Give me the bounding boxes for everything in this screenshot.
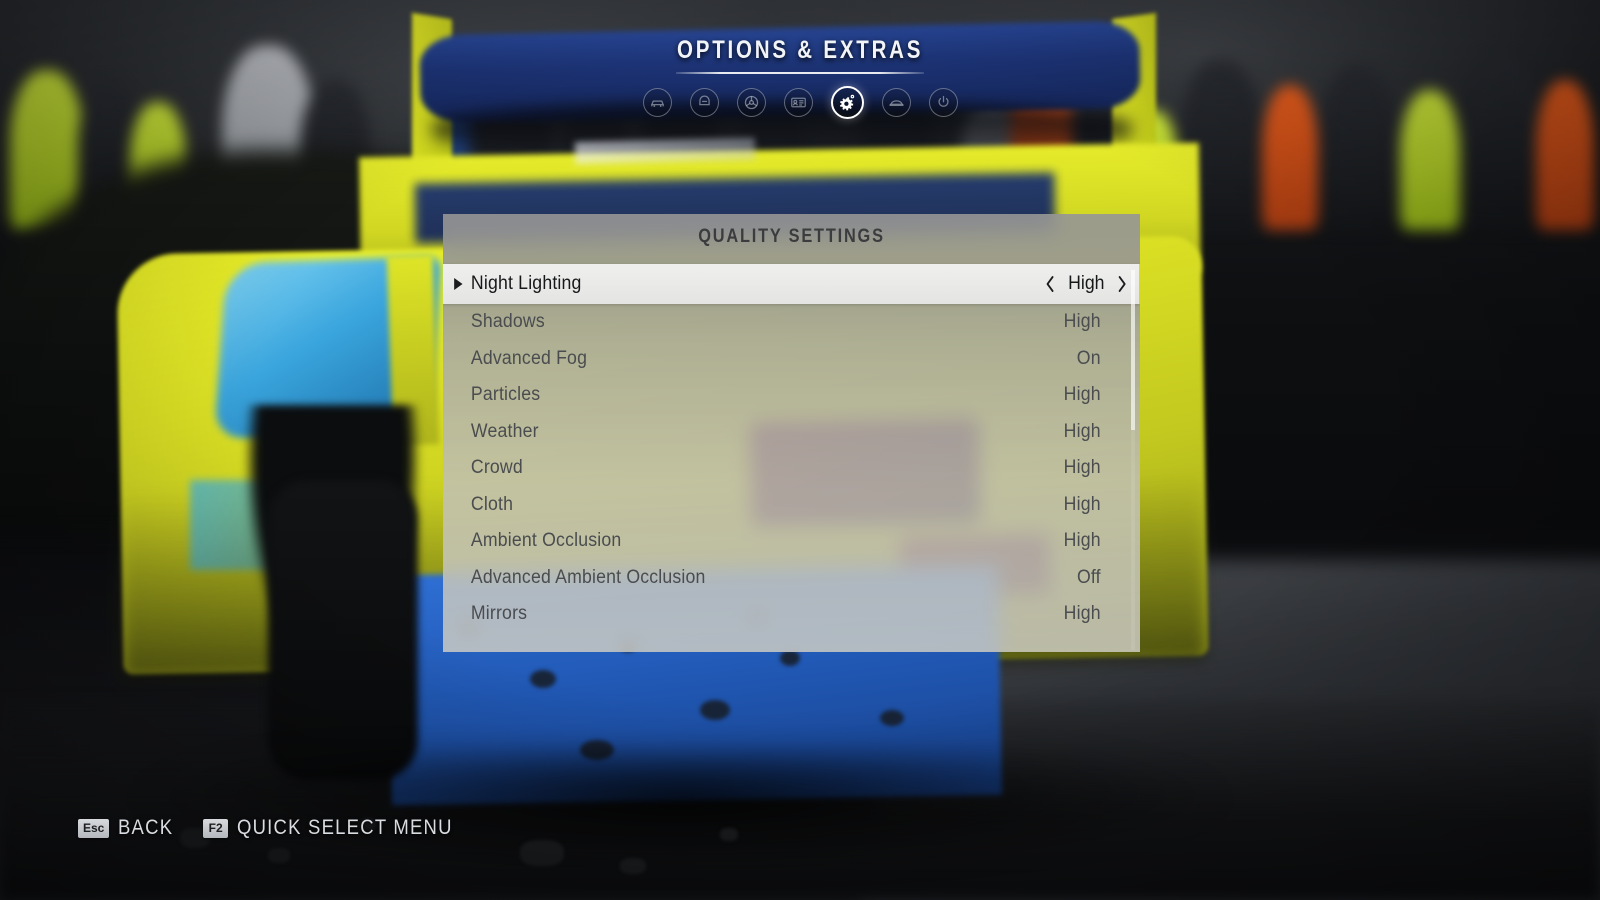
setting-value-stepper[interactable]: High <box>1044 273 1140 295</box>
setting-row-advanced-ambient-occlusion[interactable]: Advanced Ambient Occlusion Off <box>443 560 1140 597</box>
setting-row-advanced-fog[interactable]: Advanced Fog On <box>443 341 1140 378</box>
chevron-left-icon[interactable] <box>1044 274 1056 294</box>
game-options-screen: OPTIONS & EXTRAS QUALITY SETTINGS Night … <box>0 0 1600 900</box>
selection-marker-icon <box>454 278 463 290</box>
hint-quick-select-menu[interactable]: F2 QUICK SELECT MENU <box>203 816 482 840</box>
panel-header: QUALITY SETTINGS <box>443 214 1140 266</box>
setting-label: Ambient Occlusion <box>470 530 622 552</box>
header-divider <box>676 72 924 74</box>
hint-back[interactable]: Esc BACK <box>78 816 181 840</box>
car-icon[interactable] <box>642 88 672 117</box>
driver-helmet-icon[interactable] <box>689 88 719 117</box>
power-quit-icon[interactable] <box>928 88 958 117</box>
setting-label: Advanced Ambient Occlusion <box>470 566 706 588</box>
steering-wheel-icon[interactable] <box>736 88 766 117</box>
setting-value: Off <box>1076 566 1101 588</box>
setting-row-particles[interactable]: Particles High <box>443 377 1140 414</box>
setting-value: High <box>1063 457 1101 479</box>
bottom-hint-bar: Esc BACK F2 QUICK SELECT MENU <box>78 816 482 840</box>
settings-scrollbar-thumb[interactable] <box>1131 270 1135 430</box>
setting-row-ambient-occlusion[interactable]: Ambient Occlusion High <box>443 523 1140 560</box>
setting-label: Mirrors <box>470 603 528 625</box>
options-nav-tabs <box>642 86 958 119</box>
setting-row-cloth[interactable]: Cloth High <box>443 487 1140 524</box>
setting-value: High <box>1063 530 1101 552</box>
setting-value: High <box>1063 384 1101 406</box>
setting-row-crowd[interactable]: Crowd High <box>443 450 1140 487</box>
setting-value: On <box>1076 347 1101 369</box>
setting-label: Particles <box>470 384 541 406</box>
options-header: OPTIONS & EXTRAS <box>0 36 1600 119</box>
panel-title: QUALITY SETTINGS <box>698 226 885 247</box>
setting-label: Advanced Fog <box>470 347 588 369</box>
key-f2: F2 <box>203 818 229 838</box>
setting-row-mirrors[interactable]: Mirrors High <box>443 596 1140 633</box>
quality-settings-panel: QUALITY SETTINGS Night Lighting High Sha… <box>443 214 1140 652</box>
settings-list: Night Lighting High Shadows High Advance… <box>443 264 1140 633</box>
chevron-right-icon[interactable] <box>1117 274 1129 294</box>
hint-label-back: BACK <box>118 816 174 839</box>
page-title: OPTIONS & EXTRAS <box>676 36 924 64</box>
setting-label: Weather <box>470 420 539 442</box>
setting-row-weather[interactable]: Weather High <box>443 414 1140 451</box>
setting-row-shadows[interactable]: Shadows High <box>443 304 1140 341</box>
setting-label: Cloth <box>470 493 514 515</box>
setting-value: High <box>1068 273 1105 294</box>
setting-value: High <box>1063 603 1101 625</box>
setting-value: High <box>1063 311 1101 333</box>
hint-label-quick-select-menu: QUICK SELECT MENU <box>237 816 453 839</box>
vehicle-setup-icon[interactable] <box>881 88 911 117</box>
setting-label: Night Lighting <box>470 273 582 294</box>
setting-value: High <box>1063 493 1101 515</box>
setting-value: High <box>1063 420 1101 442</box>
key-esc: Esc <box>78 818 110 838</box>
credits-list-icon[interactable] <box>783 88 813 117</box>
gears-settings-icon[interactable] <box>830 86 864 119</box>
setting-row-night-lighting[interactable]: Night Lighting High <box>443 264 1140 304</box>
setting-label: Shadows <box>470 311 545 333</box>
setting-label: Crowd <box>470 457 523 479</box>
